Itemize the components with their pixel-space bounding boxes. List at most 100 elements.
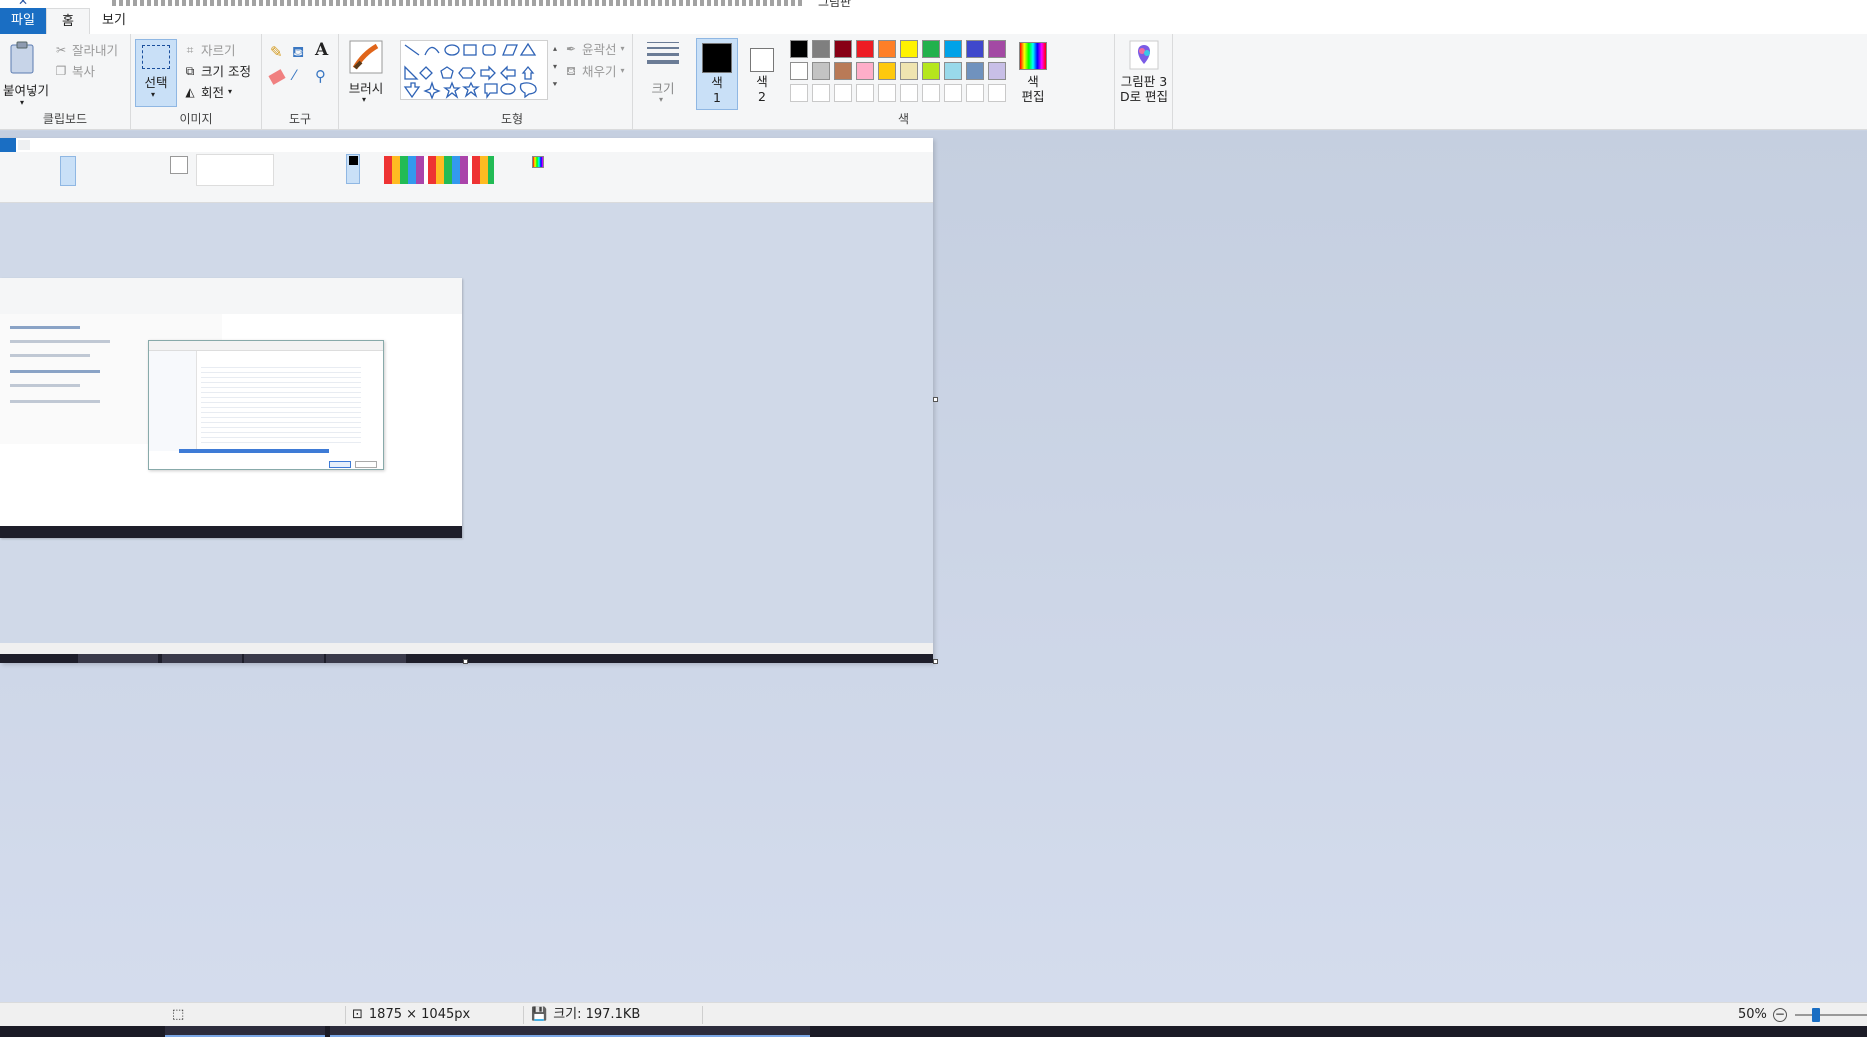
edit-colors-button[interactable]: 색 편집 xyxy=(1011,38,1055,110)
palette-custom-swatch[interactable] xyxy=(966,84,984,102)
canvas-resize-handle-bottom[interactable] xyxy=(463,659,468,664)
select-label: 선택 xyxy=(144,75,168,90)
scissors-icon: ✂ xyxy=(55,42,67,57)
palette-custom-swatch[interactable] xyxy=(790,84,808,102)
taskbar-item-4[interactable] xyxy=(650,1026,810,1037)
text-tool-icon[interactable]: A xyxy=(315,40,328,60)
copy-label: 복사 xyxy=(72,64,96,79)
color-picker-icon[interactable]: ⁄ xyxy=(293,68,295,84)
crop-button[interactable]: ⌗ 자르기 xyxy=(183,40,236,59)
crop-icon: ⌗ xyxy=(186,42,194,57)
color2-swatch xyxy=(750,48,774,72)
tab-home[interactable]: 홈 xyxy=(46,8,90,34)
nested-workspace xyxy=(0,203,933,643)
taskbar-item-1[interactable] xyxy=(165,1026,325,1037)
palette-color-swatch[interactable] xyxy=(790,40,808,58)
pencil-icon[interactable]: ✎ xyxy=(270,43,283,61)
paint3d-group: 그림판 3 D로 편집 xyxy=(1115,34,1173,130)
chevron-down-icon: ▾ xyxy=(620,66,625,75)
edit-colors-label: 색 편집 xyxy=(1021,74,1045,104)
rotate-button[interactable]: ◭ 회전 ▾ xyxy=(183,82,232,101)
palette-custom-swatch[interactable] xyxy=(812,84,830,102)
quick-access-toolbar[interactable]: ✕ xyxy=(18,0,28,8)
line-width-icon xyxy=(647,42,679,64)
canvas-image[interactable] xyxy=(0,138,933,663)
fill-button[interactable]: ⛾ 채우기 ▾ xyxy=(564,61,625,80)
zoom-out-icon[interactable]: − xyxy=(1772,1008,1787,1022)
canvas-workspace[interactable] xyxy=(0,131,1867,1002)
palette-color-swatch[interactable] xyxy=(856,62,874,80)
palette-custom-swatch[interactable] xyxy=(878,84,896,102)
palette-color-swatch[interactable] xyxy=(944,62,962,80)
color2-button[interactable]: 색 2 xyxy=(741,38,783,110)
zoom-level: 50% − xyxy=(1738,1003,1787,1027)
brushes-button[interactable]: 브러시 ▾ xyxy=(343,38,389,108)
palette-color-swatch[interactable] xyxy=(812,40,830,58)
palette-color-swatch[interactable] xyxy=(966,40,984,58)
taskbar xyxy=(0,1026,1867,1037)
paste-button[interactable]: 붙여넣기 ▾ xyxy=(0,38,52,108)
zoom-level-text: 50% xyxy=(1738,1007,1767,1022)
palette-color-swatch[interactable] xyxy=(922,62,940,80)
tab-file[interactable]: 파일 xyxy=(0,8,46,34)
cut-button[interactable]: ✂ 잘라내기 xyxy=(54,40,118,59)
palette-custom-swatch[interactable] xyxy=(988,84,1006,102)
palette-custom-swatch[interactable] xyxy=(900,84,918,102)
size-button[interactable]: 크기 ▾ xyxy=(641,38,685,108)
tab-view[interactable]: 보기 xyxy=(92,8,136,34)
palette-color-swatch[interactable] xyxy=(878,40,896,58)
fill-bucket-icon[interactable]: ⛾ xyxy=(292,43,304,63)
copy-button[interactable]: ❐ 복사 xyxy=(54,61,95,80)
palette-color-swatch[interactable] xyxy=(812,62,830,80)
copy-icon: ❐ xyxy=(55,63,67,78)
taskbar-item-3[interactable] xyxy=(490,1026,650,1037)
status-bar: ⬚ ⊡ 1875 × 1045px 💾 크기: 197.1KB 50% − xyxy=(0,1002,1867,1026)
edit-with-paint3d-button[interactable]: 그림판 3 D로 편집 xyxy=(1115,38,1173,118)
resize-label: 크기 조정 xyxy=(201,64,251,79)
palette-custom-swatch[interactable] xyxy=(856,84,874,102)
size-group: 크기 ▾ xyxy=(633,34,693,130)
magnifier-icon[interactable]: ⚲ xyxy=(315,67,326,85)
clipboard-group: 붙여넣기 ▾ ✂ 잘라내기 ❐ 복사 클립보드 xyxy=(0,34,131,130)
canvas-size-indicator: ⊡ 1875 × 1045px xyxy=(352,1003,470,1027)
eraser-icon[interactable] xyxy=(268,69,286,85)
resize-icon: ⧉ xyxy=(185,63,195,78)
palette-color-swatch[interactable] xyxy=(988,40,1006,58)
chevron-down-icon: ▾ xyxy=(20,98,25,107)
color1-button[interactable]: 색 1 xyxy=(696,38,738,110)
image-group: 선택 ▾ ⌗ 자르기 ⧉ 크기 조정 ◭ 회전 ▾ 이미지 xyxy=(131,34,262,130)
chevron-down-icon: ▾ xyxy=(228,87,233,96)
tools-group: ✎ ⛾ A ⁄ ⚲ 도구 xyxy=(262,34,339,130)
palette-color-swatch[interactable] xyxy=(944,40,962,58)
palette-color-swatch[interactable] xyxy=(878,62,896,80)
zoom-slider-thumb[interactable] xyxy=(1812,1008,1820,1022)
resize-button[interactable]: ⧉ 크기 조정 xyxy=(183,61,251,80)
palette-color-swatch[interactable] xyxy=(900,62,918,80)
palette-color-swatch[interactable] xyxy=(834,40,852,58)
palette-custom-swatch[interactable] xyxy=(922,84,940,102)
tools-group-label: 도구 xyxy=(288,112,312,126)
select-button[interactable]: 선택 ▾ xyxy=(135,39,177,107)
palette-custom-swatch[interactable] xyxy=(834,84,852,102)
palette-color-swatch[interactable] xyxy=(834,62,852,80)
palette-color-swatch[interactable] xyxy=(966,62,984,80)
save-disk-icon: 💾 xyxy=(531,1007,548,1022)
canvas-resize-handle-right[interactable] xyxy=(933,397,938,402)
palette-custom-swatch[interactable] xyxy=(944,84,962,102)
palette-color-swatch[interactable] xyxy=(900,40,918,58)
outline-button[interactable]: ✒ 윤곽선 ▾ xyxy=(564,39,625,58)
taskbar-item-2[interactable] xyxy=(330,1026,490,1037)
palette-color-swatch[interactable] xyxy=(790,62,808,80)
shape-gallery[interactable] xyxy=(400,40,548,100)
cut-label: 잘라내기 xyxy=(72,43,119,58)
canvas-resize-handle-corner[interactable] xyxy=(933,659,938,664)
edit-with-paint3d-label: 그림판 3 D로 편집 xyxy=(1119,74,1169,104)
palette-color-swatch[interactable] xyxy=(856,40,874,58)
palette-color-swatch[interactable] xyxy=(988,62,1006,80)
shapes-icon xyxy=(403,42,537,100)
paste-label: 붙여넣기 xyxy=(2,83,49,98)
selection-icon: ⬚ xyxy=(172,1007,185,1022)
palette-color-swatch[interactable] xyxy=(922,40,940,58)
zoom-slider-track[interactable] xyxy=(1795,1014,1867,1016)
shape-gallery-scroll[interactable]: ▴ ▾ ⯆ xyxy=(549,40,561,100)
